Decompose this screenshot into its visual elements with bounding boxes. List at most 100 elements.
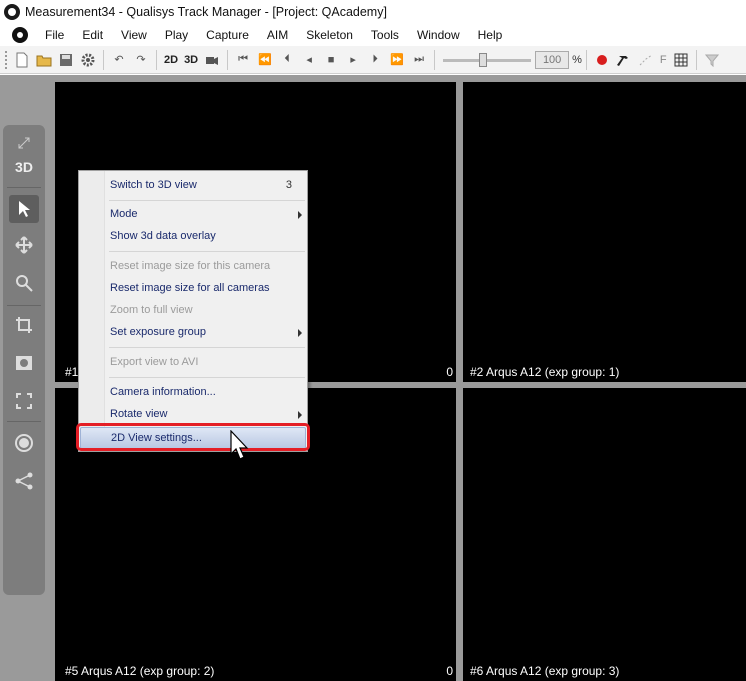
slider-thumb[interactable]: [479, 52, 488, 67]
menu-item-shortcut: 3: [285, 179, 292, 191]
menu-item-export-avi: Export view to AVI: [80, 352, 306, 374]
menu-item-zoom-full-view: Zoom to full view: [80, 300, 306, 322]
play-backward-icon[interactable]: ◂: [299, 50, 319, 70]
menu-item-label: Reset image size for this camera: [110, 260, 271, 272]
slider-track: [443, 58, 532, 62]
grid-icon[interactable]: [671, 50, 691, 70]
move-arrows-icon[interactable]: [9, 231, 39, 259]
marker-count: 0: [446, 365, 453, 379]
camera-view-6[interactable]: #6 Arqus A12 (exp group: 3): [463, 388, 746, 681]
menu-separator: [109, 347, 305, 348]
mask-icon[interactable]: [9, 349, 39, 377]
menu-separator: [109, 377, 305, 378]
open-folder-icon[interactable]: [34, 50, 54, 70]
toolbar-grip[interactable]: [5, 50, 8, 69]
view-context-menu: Switch to 3D view 3 Mode Show 3d data ov…: [78, 170, 308, 452]
menu-play[interactable]: Play: [156, 24, 197, 46]
menu-help[interactable]: Help: [469, 24, 512, 46]
menu-item-label: Camera information...: [110, 386, 216, 398]
window-title: Measurement34 - Qualisys Track Manager -…: [25, 5, 387, 19]
menu-item-mode[interactable]: Mode: [80, 204, 306, 226]
redo-icon[interactable]: ↷: [131, 50, 151, 70]
magnifier-icon[interactable]: [9, 269, 39, 297]
playback-speed-slider[interactable]: [443, 50, 532, 70]
menu-edit[interactable]: Edit: [73, 24, 112, 46]
3d-view-button[interactable]: 3D: [181, 54, 201, 66]
marker-fit-icon[interactable]: [9, 387, 39, 415]
menu-item-label: Mode: [110, 208, 138, 220]
record-icon[interactable]: [592, 50, 612, 70]
new-file-icon[interactable]: [12, 50, 32, 70]
mouse-cursor-icon: [230, 429, 250, 465]
toolbar-separator: [695, 49, 697, 70]
qualisys-logo-icon[interactable]: [12, 27, 28, 43]
menu-file[interactable]: File: [36, 24, 73, 46]
submenu-arrow-icon: [298, 329, 302, 337]
filter-icon[interactable]: [702, 50, 722, 70]
marker-count: 0: [446, 664, 453, 678]
menu-window[interactable]: Window: [408, 24, 469, 46]
menu-capture[interactable]: Capture: [197, 24, 258, 46]
switch-3d-label: 3D: [15, 159, 33, 175]
play-icon[interactable]: ▸: [343, 50, 363, 70]
menu-item-reset-this-camera: Reset image size for this camera: [80, 256, 306, 278]
stop-icon[interactable]: ■: [321, 50, 341, 70]
menu-item-label: Show 3d data overlay: [110, 230, 216, 242]
panel-separator: [7, 305, 41, 306]
toolbar-separator: [103, 49, 104, 70]
toolbar-separator: [227, 49, 229, 70]
speed-percent-input[interactable]: 100: [535, 50, 570, 69]
menu-item-label: Set exposure group: [110, 326, 207, 338]
toolbar-separator: [434, 49, 436, 70]
save-icon[interactable]: [56, 50, 76, 70]
gear-icon[interactable]: [78, 50, 98, 70]
submenu-arrow-icon: [298, 211, 302, 219]
go-to-start-icon[interactable]: ⏮: [233, 50, 253, 70]
f-button[interactable]: F: [657, 54, 670, 66]
step-forward-icon[interactable]: ⏵: [365, 50, 385, 70]
menu-item-set-exposure-group[interactable]: Set exposure group: [80, 322, 306, 344]
bone-link-icon[interactable]: [9, 467, 39, 495]
panel-separator: [7, 187, 41, 188]
fast-rewind-icon[interactable]: ⏪: [255, 50, 275, 70]
highlight-ring: [76, 423, 310, 451]
switch-3d-button[interactable]: 3D: [9, 153, 39, 181]
undo-icon[interactable]: ↶: [109, 50, 129, 70]
menu-separator: [109, 200, 305, 201]
submenu-arrow-icon: [298, 411, 302, 419]
menu-item-switch-to-3d[interactable]: Switch to 3D view 3: [80, 175, 306, 197]
main-toolbar: ↶ ↷ 2D 3D ⏮ ⏪ ⏴ ◂ ■ ▸ ⏵ ⏩ ⏭ 100 % F: [0, 46, 746, 74]
menu-bar: File Edit View Play Capture AIM Skeleton…: [0, 24, 746, 46]
select-arrow-icon[interactable]: [9, 195, 39, 223]
title-bar: Measurement34 - Qualisys Track Manager -…: [0, 0, 746, 24]
camera-view-label: #5 Arqus A12 (exp group: 2): [65, 664, 215, 678]
marker-circle-icon[interactable]: [9, 429, 39, 457]
camera-view-label: #2 Arqus A12 (exp group: 1): [470, 365, 620, 379]
trajectory-icon[interactable]: [636, 50, 656, 70]
hammer-icon[interactable]: [614, 50, 634, 70]
panel-separator: [7, 421, 41, 422]
fast-forward-icon[interactable]: ⏩: [387, 50, 407, 70]
menu-skeleton[interactable]: Skeleton: [297, 24, 362, 46]
crop-icon[interactable]: [9, 311, 39, 339]
step-back-icon[interactable]: ⏴: [277, 50, 297, 70]
video-camera-icon[interactable]: [202, 50, 222, 70]
menu-aim[interactable]: AIM: [258, 24, 297, 46]
menu-item-label: Rotate view: [110, 408, 168, 420]
menu-item-reset-all-cameras[interactable]: Reset image size for all cameras: [80, 278, 306, 300]
toolbar-separator: [156, 49, 157, 70]
menu-item-label: Export view to AVI: [110, 356, 199, 368]
qualisys-app-icon[interactable]: [4, 4, 20, 20]
menu-tools[interactable]: Tools: [362, 24, 408, 46]
menu-item-camera-information[interactable]: Camera information...: [80, 382, 306, 404]
menu-item-show-3d-overlay[interactable]: Show 3d data overlay: [80, 226, 306, 248]
camera-view-2[interactable]: #2 Arqus A12 (exp group: 1): [463, 82, 746, 382]
menu-item-label: Zoom to full view: [110, 304, 193, 316]
toolbar-separator: [585, 49, 587, 70]
menu-item-label: Reset image size for all cameras: [110, 282, 270, 294]
view-tools-panel: 3D: [3, 125, 45, 595]
2d-view-button[interactable]: 2D: [161, 54, 181, 66]
go-to-end-icon[interactable]: ⏭: [409, 50, 429, 70]
menu-view[interactable]: View: [112, 24, 156, 46]
camera-view-label: #6 Arqus A12 (exp group: 3): [470, 664, 620, 678]
